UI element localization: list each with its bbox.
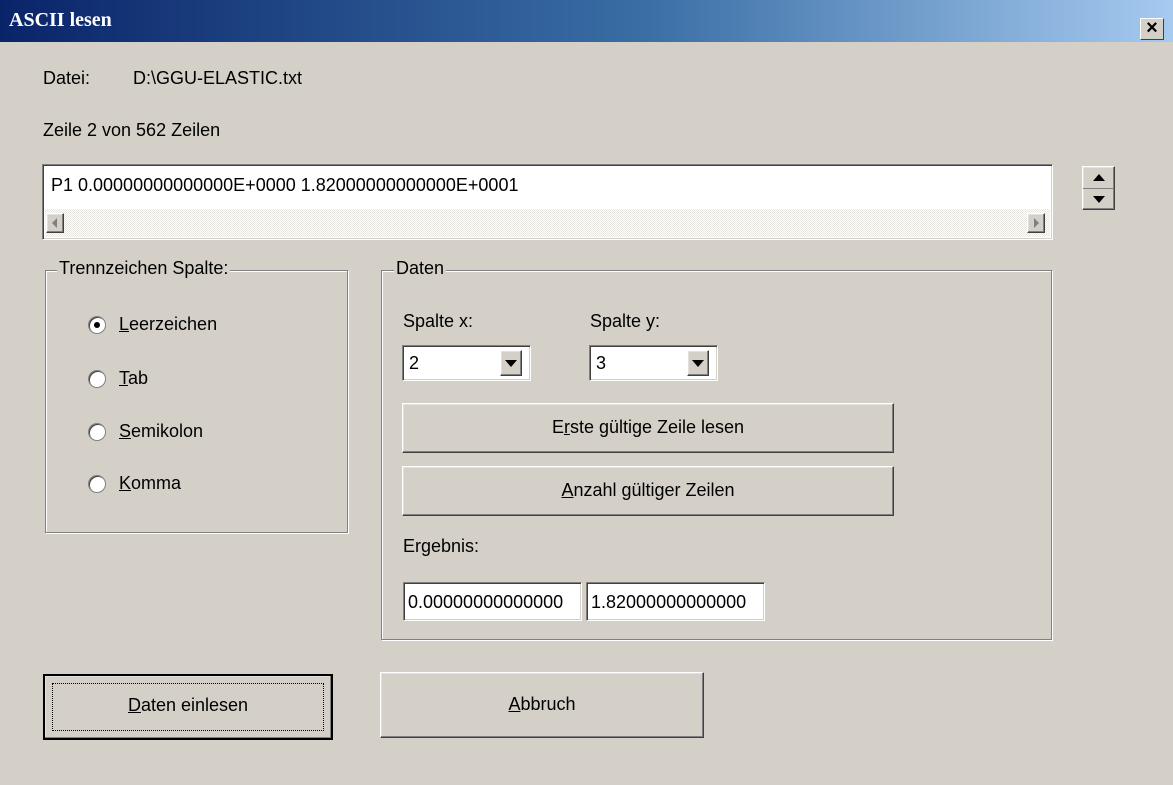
result-y-value: 1.82000000000000 — [591, 592, 747, 612]
button-label: nzahl gültiger Zeilen — [573, 480, 735, 500]
radio-mnemonic: T — [119, 368, 128, 388]
title-bar — [0, 0, 1173, 42]
radio-unchecked-icon — [88, 370, 106, 388]
chevron-down-icon — [505, 359, 517, 367]
radio-mnemonic: L — [119, 314, 130, 334]
result-x-field[interactable]: 0.00000000000000 — [403, 582, 582, 621]
scroll-left-button[interactable] — [46, 213, 64, 233]
preview-line: P1 0.00000000000000E+0000 1.820000000000… — [51, 175, 519, 195]
spin-up-icon — [1092, 174, 1105, 181]
scroll-right-button[interactable] — [1027, 213, 1045, 233]
button-label: aten einlesen — [140, 695, 249, 715]
col-x-value: 2 — [409, 353, 420, 373]
radio-unchecked-icon — [88, 475, 106, 493]
file-path: D:\GGU-ELASTIC.txt — [133, 68, 303, 88]
preview-hscrollbar[interactable] — [45, 209, 1050, 237]
result-y-field[interactable]: 1.82000000000000 — [586, 582, 765, 621]
radio-label: emikolon — [131, 421, 204, 441]
button-label: bbruch — [520, 694, 576, 714]
file-label: Datei: — [43, 68, 91, 88]
chevron-down-icon — [692, 359, 704, 367]
result-x-value: 0.00000000000000 — [408, 592, 564, 612]
button-mnemonic: A — [508, 694, 521, 714]
button-label: E — [551, 417, 564, 437]
radio-komma[interactable]: Komma — [88, 471, 288, 497]
close-button[interactable]: × — [1140, 18, 1164, 40]
col-x-dropdown-button[interactable] — [500, 350, 522, 376]
radio-label: ab — [128, 368, 149, 388]
spin-down-icon — [1092, 196, 1105, 203]
preview-box[interactable]: P1 0.00000000000000E+0000 1.820000000000… — [42, 164, 1053, 240]
result-label: Ergebnis: — [403, 536, 480, 556]
cancel-button[interactable]: Abbruch — [380, 672, 704, 738]
button-label: ste gültige Zeile lesen — [569, 417, 745, 437]
col-y-label: Spalte y: — [590, 311, 661, 331]
col-y-select[interactable]: 3 — [589, 345, 718, 381]
spin-up-button[interactable] — [1083, 167, 1114, 188]
radio-leerzeichen[interactable]: Leerzeichen — [88, 312, 288, 338]
col-y-value: 3 — [596, 353, 607, 373]
read-first-valid-line-button[interactable]: Erste gültige Zeile lesen — [402, 403, 894, 453]
radio-unchecked-icon — [88, 423, 106, 441]
radio-label: omma — [131, 473, 182, 493]
col-x-select[interactable]: 2 — [402, 345, 531, 381]
separator-legend: Trennzeichen Spalte: — [57, 258, 231, 279]
close-icon: × — [1146, 17, 1158, 39]
col-x-label: Spalte x: — [403, 311, 474, 331]
scroll-right-icon — [1034, 218, 1039, 228]
radio-checked-icon — [88, 316, 106, 334]
button-mnemonic: D — [127, 695, 141, 715]
radio-mnemonic: K — [119, 473, 132, 493]
spin-down-button[interactable] — [1083, 188, 1114, 210]
radio-label: eerzeichen — [129, 314, 218, 334]
radio-mnemonic: S — [119, 421, 132, 441]
count-valid-lines-button[interactable]: Anzahl gültiger Zeilen — [402, 466, 894, 516]
radio-tab[interactable]: Tab — [88, 366, 288, 392]
radio-semikolon[interactable]: Semikolon — [88, 419, 288, 445]
line-info: Zeile 2 von 562 Zeilen — [43, 120, 221, 140]
col-y-dropdown-button[interactable] — [687, 350, 709, 376]
window-title: ASCII lesen — [9, 9, 112, 31]
read-data-button[interactable]: Daten einlesen — [43, 674, 333, 740]
line-spinner[interactable] — [1082, 166, 1115, 210]
data-legend: Daten — [394, 258, 447, 279]
scroll-left-icon — [52, 218, 57, 228]
button-mnemonic: A — [561, 480, 574, 500]
